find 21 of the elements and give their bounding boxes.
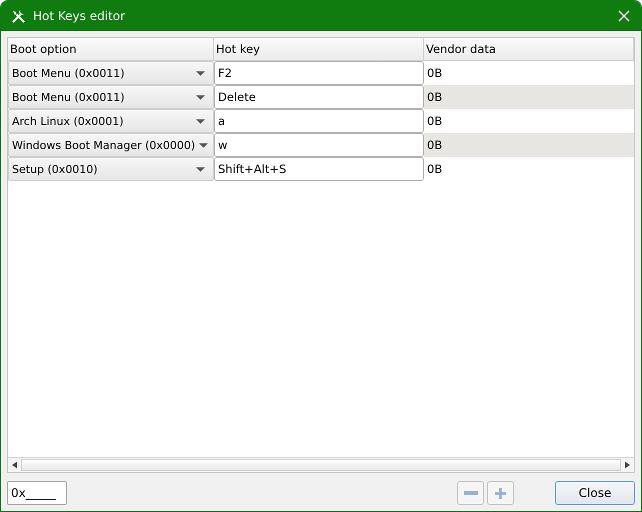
boot-option-dropdown[interactable]: Windows Boot Manager (0x0000) [8, 133, 214, 157]
table-cell: 0B [424, 133, 634, 157]
close-button[interactable]: Close [555, 481, 635, 505]
table-cell-text: 0B [426, 113, 444, 130]
hot-key-field[interactable]: a [214, 109, 424, 133]
table-cell: 0B [424, 85, 634, 109]
boot-option-dropdown[interactable]: Arch Linux (0x0001) [8, 109, 214, 133]
hot-key-field[interactable]: F2 [214, 61, 424, 85]
hot-key-field[interactable]: Shift+Alt+S [214, 157, 424, 181]
hex-input-field[interactable]: 0x_____ [7, 481, 67, 505]
window-title: Hot Keys editor [33, 9, 126, 23]
column-header[interactable]: Boot option [8, 38, 214, 60]
boot-option-dropdown[interactable]: Setup (0x0010) [8, 157, 214, 181]
hot-key-field[interactable]: Delete [214, 85, 424, 109]
hot-key-field[interactable]: w [214, 133, 424, 157]
boot-option-dropdown[interactable]: Boot Menu (0x0011) [8, 61, 214, 85]
table-cell-text: 0B [426, 161, 444, 178]
column-header[interactable]: Hot key [214, 38, 424, 60]
table-cell-text: 0B [426, 65, 444, 82]
boot-option-dropdown[interactable]: Boot Menu (0x0011) [8, 85, 214, 109]
column-header[interactable]: Vendor data [424, 38, 634, 60]
